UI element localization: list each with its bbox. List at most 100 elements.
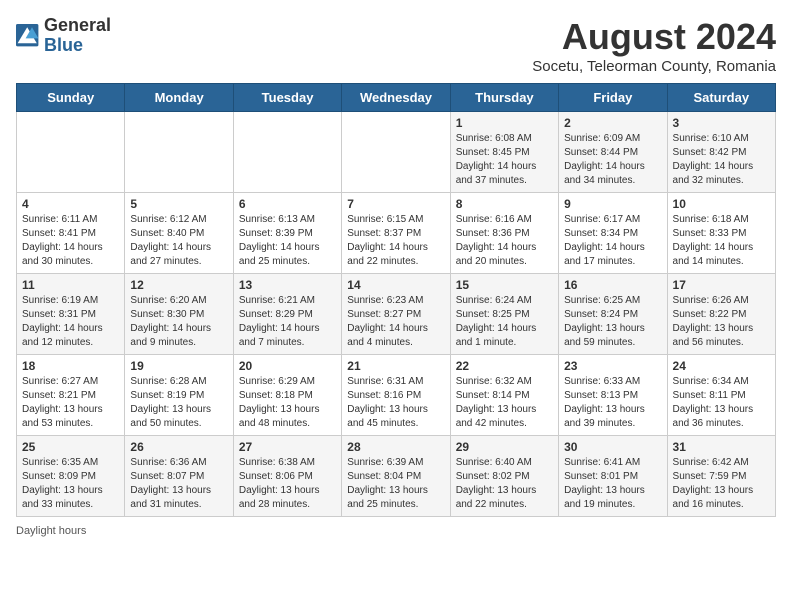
- calendar-subtitle: Socetu, Teleorman County, Romania: [532, 58, 776, 75]
- day-info: Sunrise: 6:38 AM Sunset: 8:06 PM Dayligh…: [239, 456, 336, 512]
- day-info: Sunrise: 6:21 AM Sunset: 8:29 PM Dayligh…: [239, 294, 336, 350]
- day-info: Sunrise: 6:27 AM Sunset: 8:21 PM Dayligh…: [22, 375, 119, 431]
- day-info: Sunrise: 6:10 AM Sunset: 8:42 PM Dayligh…: [673, 132, 770, 188]
- day-info: Sunrise: 6:32 AM Sunset: 8:14 PM Dayligh…: [456, 375, 553, 431]
- col-header-friday: Friday: [559, 84, 667, 112]
- day-number: 3: [673, 116, 770, 130]
- day-cell: 9Sunrise: 6:17 AM Sunset: 8:34 PM Daylig…: [559, 193, 667, 274]
- day-info: Sunrise: 6:39 AM Sunset: 8:04 PM Dayligh…: [347, 456, 444, 512]
- day-number: 8: [456, 197, 553, 211]
- day-cell: 17Sunrise: 6:26 AM Sunset: 8:22 PM Dayli…: [667, 274, 775, 355]
- col-header-monday: Monday: [125, 84, 233, 112]
- day-info: Sunrise: 6:12 AM Sunset: 8:40 PM Dayligh…: [130, 213, 227, 269]
- header-row: SundayMondayTuesdayWednesdayThursdayFrid…: [17, 84, 776, 112]
- day-number: 2: [564, 116, 661, 130]
- day-cell: [233, 112, 341, 193]
- logo-general: General: [44, 16, 111, 36]
- day-number: 22: [456, 359, 553, 373]
- day-info: Sunrise: 6:28 AM Sunset: 8:19 PM Dayligh…: [130, 375, 227, 431]
- day-number: 20: [239, 359, 336, 373]
- day-cell: 2Sunrise: 6:09 AM Sunset: 8:44 PM Daylig…: [559, 112, 667, 193]
- col-header-thursday: Thursday: [450, 84, 558, 112]
- day-number: 21: [347, 359, 444, 373]
- footer: Daylight hours: [16, 525, 776, 537]
- day-cell: 27 Sunrise: 6:38 AM Sunset: 8:06 PM Dayli…: [233, 436, 341, 517]
- day-cell: [342, 112, 450, 193]
- day-info: Sunrise: 6:26 AM Sunset: 8:22 PM Dayligh…: [673, 294, 770, 350]
- day-number: 24: [673, 359, 770, 373]
- col-header-saturday: Saturday: [667, 84, 775, 112]
- day-cell: 20 Sunrise: 6:29 AM Sunset: 8:18 PM Dayli…: [233, 355, 341, 436]
- day-info: Sunrise: 6:13 AM Sunset: 8:39 PM Dayligh…: [239, 213, 336, 269]
- calendar-table: SundayMondayTuesdayWednesdayThursdayFrid…: [16, 83, 776, 517]
- day-cell: 15Sunrise: 6:24 AM Sunset: 8:25 PM Dayli…: [450, 274, 558, 355]
- day-number: 7: [347, 197, 444, 211]
- day-cell: 6Sunrise: 6:13 AM Sunset: 8:39 PM Daylig…: [233, 193, 341, 274]
- day-number: 12: [130, 278, 227, 292]
- day-cell: 12 Sunrise: 6:20 AM Sunset: 8:30 PM Dayli…: [125, 274, 233, 355]
- day-number: 25: [22, 440, 119, 454]
- day-info: Sunrise: 6:23 AM Sunset: 8:27 PM Dayligh…: [347, 294, 444, 350]
- day-cell: 13 Sunrise: 6:21 AM Sunset: 8:29 PM Dayli…: [233, 274, 341, 355]
- col-header-tuesday: Tuesday: [233, 84, 341, 112]
- day-info: Sunrise: 6:29 AM Sunset: 8:18 PM Dayligh…: [239, 375, 336, 431]
- col-header-wednesday: Wednesday: [342, 84, 450, 112]
- day-info: Sunrise: 6:25 AM Sunset: 8:24 PM Dayligh…: [564, 294, 661, 350]
- week-row-4: 18 Sunrise: 6:27 AM Sunset: 8:21 PM Dayli…: [17, 355, 776, 436]
- day-cell: 26Sunrise: 6:36 AM Sunset: 8:07 PM Dayli…: [125, 436, 233, 517]
- week-row-3: 11Sunrise: 6:19 AM Sunset: 8:31 PM Dayli…: [17, 274, 776, 355]
- day-number: 1: [456, 116, 553, 130]
- day-cell: [125, 112, 233, 193]
- day-number: 9: [564, 197, 661, 211]
- day-cell: [17, 112, 125, 193]
- title-block: August 2024 Socetu, Teleorman County, Ro…: [532, 16, 776, 75]
- day-number: 5: [130, 197, 227, 211]
- col-header-sunday: Sunday: [17, 84, 125, 112]
- day-info: Sunrise: 6:20 AM Sunset: 8:30 PM Dayligh…: [130, 294, 227, 350]
- day-info: Sunrise: 6:15 AM Sunset: 8:37 PM Dayligh…: [347, 213, 444, 269]
- logo-blue: Blue: [44, 36, 111, 56]
- day-cell: 25Sunrise: 6:35 AM Sunset: 8:09 PM Dayli…: [17, 436, 125, 517]
- day-cell: 4Sunrise: 6:11 AM Sunset: 8:41 PM Daylig…: [17, 193, 125, 274]
- day-number: 13: [239, 278, 336, 292]
- day-cell: 23Sunrise: 6:33 AM Sunset: 8:13 PM Dayli…: [559, 355, 667, 436]
- week-row-2: 4Sunrise: 6:11 AM Sunset: 8:41 PM Daylig…: [17, 193, 776, 274]
- day-cell: 7 Sunrise: 6:15 AM Sunset: 8:37 PM Daylig…: [342, 193, 450, 274]
- day-cell: 10 Sunrise: 6:18 AM Sunset: 8:33 PM Dayli…: [667, 193, 775, 274]
- day-cell: 5 Sunrise: 6:12 AM Sunset: 8:40 PM Daylig…: [125, 193, 233, 274]
- day-number: 16: [564, 278, 661, 292]
- day-cell: 31 Sunrise: 6:42 AM Sunset: 7:59 PM Dayli…: [667, 436, 775, 517]
- day-number: 4: [22, 197, 119, 211]
- day-info: Sunrise: 6:18 AM Sunset: 8:33 PM Dayligh…: [673, 213, 770, 269]
- day-cell: 11Sunrise: 6:19 AM Sunset: 8:31 PM Dayli…: [17, 274, 125, 355]
- day-number: 27: [239, 440, 336, 454]
- day-cell: 28 Sunrise: 6:39 AM Sunset: 8:04 PM Dayli…: [342, 436, 450, 517]
- logo-text: General Blue: [44, 16, 111, 56]
- day-cell: 8 Sunrise: 6:16 AM Sunset: 8:36 PM Daylig…: [450, 193, 558, 274]
- day-info: Sunrise: 6:16 AM Sunset: 8:36 PM Dayligh…: [456, 213, 553, 269]
- day-info: Sunrise: 6:19 AM Sunset: 8:31 PM Dayligh…: [22, 294, 119, 350]
- day-cell: 22 Sunrise: 6:32 AM Sunset: 8:14 PM Dayli…: [450, 355, 558, 436]
- day-info: Sunrise: 6:40 AM Sunset: 8:02 PM Dayligh…: [456, 456, 553, 512]
- day-cell: 14 Sunrise: 6:23 AM Sunset: 8:27 PM Dayli…: [342, 274, 450, 355]
- day-number: 26: [130, 440, 227, 454]
- day-number: 14: [347, 278, 444, 292]
- day-cell: 29 Sunrise: 6:40 AM Sunset: 8:02 PM Dayli…: [450, 436, 558, 517]
- day-number: 29: [456, 440, 553, 454]
- logo-icon: [16, 24, 40, 48]
- day-info: Sunrise: 6:08 AM Sunset: 8:45 PM Dayligh…: [456, 132, 553, 188]
- day-number: 31: [673, 440, 770, 454]
- day-info: Sunrise: 6:33 AM Sunset: 8:13 PM Dayligh…: [564, 375, 661, 431]
- day-cell: 16 Sunrise: 6:25 AM Sunset: 8:24 PM Dayli…: [559, 274, 667, 355]
- day-number: 19: [130, 359, 227, 373]
- day-number: 30: [564, 440, 661, 454]
- day-info: Sunrise: 6:24 AM Sunset: 8:25 PM Dayligh…: [456, 294, 553, 350]
- day-cell: 30 Sunrise: 6:41 AM Sunset: 8:01 PM Dayli…: [559, 436, 667, 517]
- day-number: 10: [673, 197, 770, 211]
- day-number: 28: [347, 440, 444, 454]
- day-number: 18: [22, 359, 119, 373]
- calendar-title: August 2024: [532, 16, 776, 58]
- day-cell: 18 Sunrise: 6:27 AM Sunset: 8:21 PM Dayli…: [17, 355, 125, 436]
- day-info: Sunrise: 6:42 AM Sunset: 7:59 PM Dayligh…: [673, 456, 770, 512]
- day-info: Sunrise: 6:41 AM Sunset: 8:01 PM Dayligh…: [564, 456, 661, 512]
